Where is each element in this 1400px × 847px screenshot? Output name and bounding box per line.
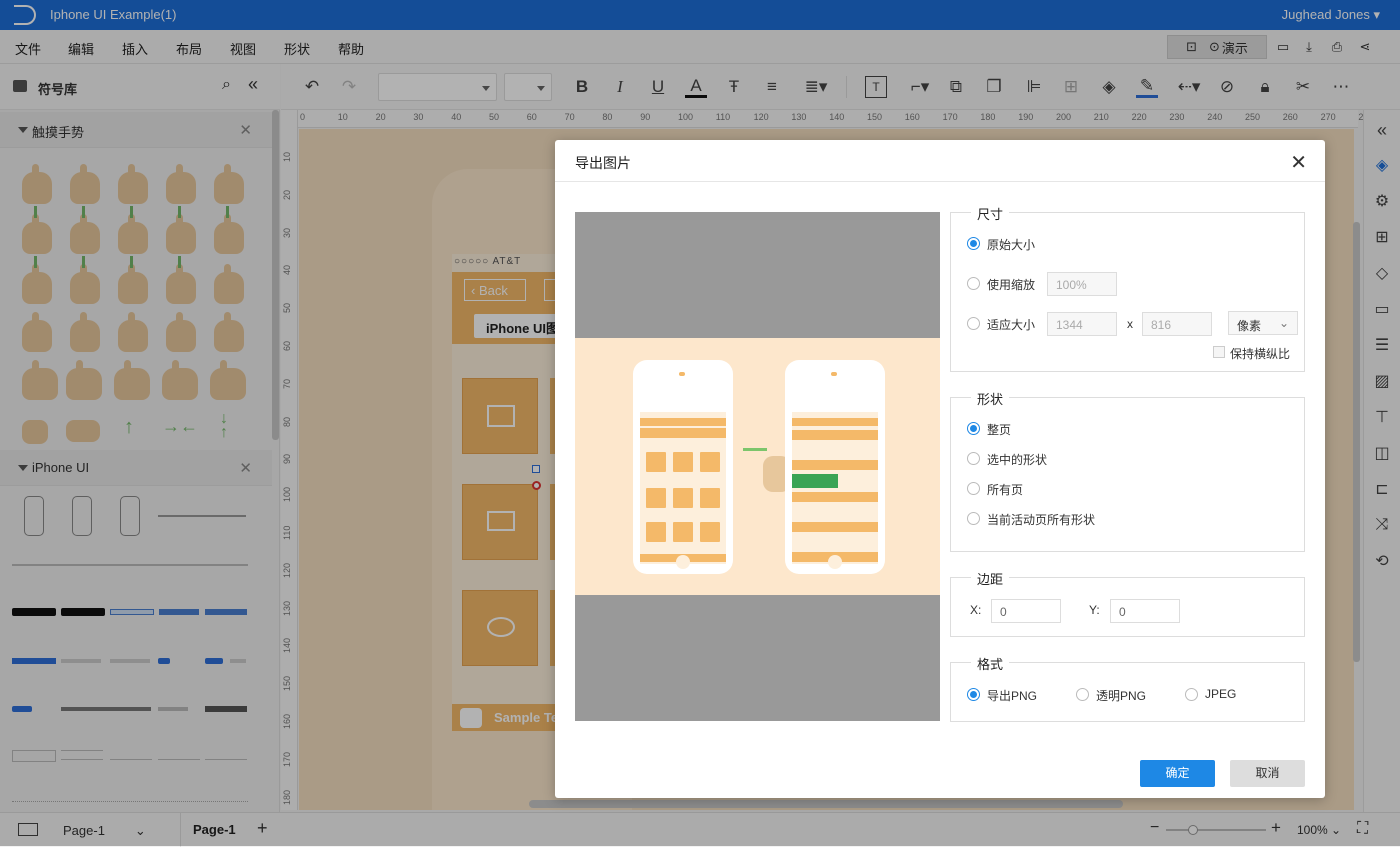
tile (646, 522, 666, 542)
preview-phone-right (785, 360, 885, 574)
tile (673, 452, 693, 472)
radio-original-size[interactable] (967, 237, 980, 250)
radio-all-pages[interactable] (967, 482, 980, 495)
format-legend: 格式 (971, 654, 1010, 673)
bar (640, 418, 726, 426)
tile (673, 488, 693, 508)
times-label: x (1127, 317, 1133, 331)
tile (700, 452, 720, 472)
label-use-zoom: 使用缩放 (987, 278, 1036, 292)
zoom-input[interactable]: 100% (1047, 272, 1117, 296)
label-selected-shapes: 选中的形状 (987, 453, 1048, 467)
cancel-button[interactable]: 取消 (1230, 760, 1305, 787)
dialog-title: 导出图片 (575, 155, 631, 171)
bar (792, 418, 878, 426)
label-jpeg: JPEG (1205, 687, 1237, 701)
tile (673, 522, 693, 542)
home-button (828, 555, 842, 569)
label-original-size: 原始大小 (987, 238, 1036, 252)
label-whole-page: 整页 (987, 423, 1012, 437)
speaker (679, 372, 685, 376)
radio-fit-size[interactable] (967, 317, 980, 330)
bar (640, 428, 726, 438)
tile (700, 522, 720, 542)
unit-select[interactable]: 像素 ⌄ (1228, 311, 1298, 335)
width-input[interactable]: 1344 (1047, 312, 1117, 336)
preview-page (575, 338, 940, 595)
tile (646, 452, 666, 472)
margin-x-label: X: (970, 603, 982, 617)
margin-fieldset: 边距 X: 0 Y: 0 (950, 569, 1305, 637)
keep-ratio-label: 保持横纵比 (1230, 347, 1291, 361)
row (792, 430, 878, 440)
ok-button[interactable]: 确定 (1140, 760, 1215, 787)
preview-screen (792, 412, 878, 564)
divider (555, 181, 1325, 182)
close-icon[interactable]: ✕ (1290, 150, 1307, 175)
speaker (831, 372, 837, 376)
height-input[interactable]: 816 (1142, 312, 1212, 336)
tile (646, 488, 666, 508)
preview-phone-left (633, 360, 733, 574)
radio-use-zoom[interactable] (967, 277, 980, 290)
format-fieldset: 格式 导出PNG 透明PNG JPEG (950, 654, 1305, 722)
home-button (676, 555, 690, 569)
export-image-dialog: 导出图片 ✕ 尺寸 原始大小 使用缩放 100% 适应大小 1344 x 816… (555, 140, 1325, 798)
export-preview (575, 212, 940, 721)
radio-transparent-png[interactable] (1076, 688, 1089, 701)
row (792, 492, 878, 502)
radio-selected-shapes[interactable] (967, 452, 980, 465)
tile (700, 488, 720, 508)
shape-fieldset: 形状 整页 选中的形状 所有页 当前活动页所有形状 (950, 389, 1305, 552)
margin-legend: 边距 (971, 569, 1010, 588)
row (792, 522, 878, 532)
margin-y-label: Y: (1089, 603, 1100, 617)
label-png: 导出PNG (987, 689, 1038, 703)
arrow (743, 448, 767, 451)
label-all-pages: 所有页 (987, 483, 1024, 497)
label-active-page-shapes: 当前活动页所有形状 (987, 513, 1096, 527)
radio-whole-page[interactable] (967, 422, 980, 435)
margin-x-input[interactable]: 0 (991, 599, 1061, 623)
shape-legend: 形状 (971, 389, 1010, 408)
radio-active-page-shapes[interactable] (967, 512, 980, 525)
size-legend: 尺寸 (971, 204, 1010, 223)
radio-png[interactable] (967, 688, 980, 701)
preview-screen (640, 412, 726, 564)
margin-y-input[interactable]: 0 (1110, 599, 1180, 623)
row (792, 460, 878, 470)
keep-ratio-checkbox[interactable] (1213, 346, 1225, 358)
radio-jpeg[interactable] (1185, 688, 1198, 701)
label-fit-size: 适应大小 (987, 318, 1036, 332)
size-fieldset: 尺寸 原始大小 使用缩放 100% 适应大小 1344 x 816 像素 ⌄ 保持… (950, 204, 1305, 372)
row-highlight (792, 474, 838, 488)
label-transparent-png: 透明PNG (1096, 689, 1147, 703)
